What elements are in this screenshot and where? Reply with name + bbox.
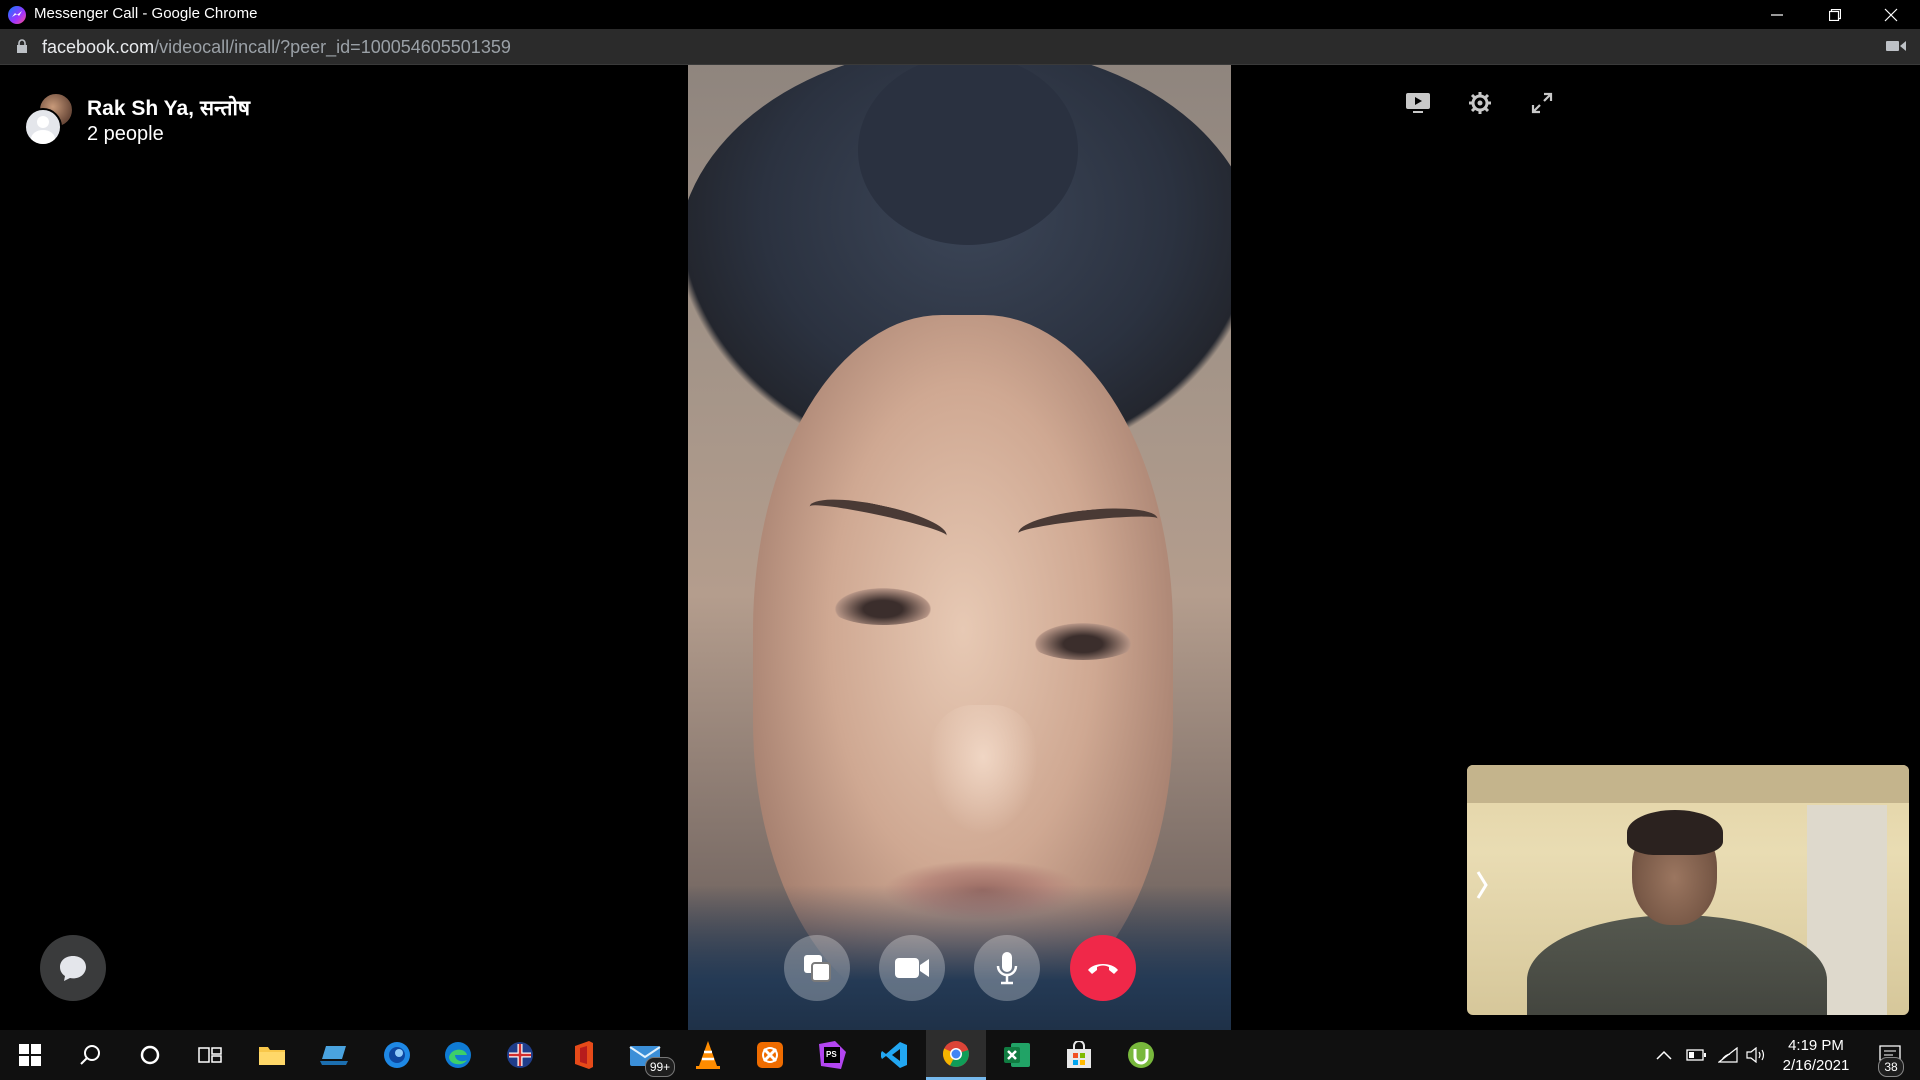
default-avatar-icon (24, 108, 62, 146)
taskbar-vlc[interactable] (678, 1030, 738, 1080)
video-call-area: Rak Sh Ya, सन्तोष 2 people (0, 65, 1920, 1030)
gear-icon (1469, 92, 1491, 114)
task-view-button[interactable] (180, 1030, 240, 1080)
store-icon (1067, 1041, 1091, 1068)
url-host: facebook.com (42, 37, 155, 57)
windows-taskbar: 99+ PS 4:19 PM 2/16/2021 38 (0, 1030, 1920, 1080)
taskbar-search-button[interactable] (60, 1030, 120, 1080)
system-clock[interactable]: 4:19 PM 2/16/2021 (1766, 1036, 1866, 1076)
clock-time: 4:19 PM (1788, 1037, 1844, 1054)
chat-bubble-icon (60, 956, 86, 981)
taskbar-store[interactable] (1049, 1030, 1109, 1080)
svg-text:PS: PS (826, 1050, 837, 1059)
expand-icon (1531, 92, 1553, 114)
vlc-cone-icon (696, 1041, 720, 1069)
minimize-icon (1771, 13, 1783, 16)
task-view-icon (198, 1047, 222, 1063)
remote-video-feed (688, 65, 1231, 1030)
laptop-icon (320, 1046, 348, 1065)
restore-button[interactable] (1806, 0, 1864, 29)
screen-play-icon (1406, 93, 1430, 113)
close-button[interactable] (1862, 0, 1920, 29)
hang-up-icon (1088, 964, 1118, 974)
speaker-icon (1746, 1047, 1765, 1063)
microphone-toggle-button[interactable] (974, 935, 1040, 1001)
messenger-icon (8, 6, 26, 24)
taskbar-mail[interactable]: 99+ (615, 1030, 675, 1080)
chrome-icon (942, 1040, 969, 1067)
taskbar-app-blue[interactable] (367, 1030, 427, 1080)
folder-icon (259, 1047, 285, 1065)
call-controls (784, 935, 1136, 1001)
excel-icon (1004, 1043, 1030, 1067)
office-icon (575, 1041, 593, 1069)
orange-app-icon (757, 1042, 783, 1068)
show-hidden-icons-button[interactable] (1652, 1030, 1676, 1080)
video-camera-icon (895, 958, 929, 978)
network-status[interactable] (1714, 1030, 1742, 1080)
wifi-icon (1718, 1047, 1738, 1063)
participant-count: 2 people (87, 123, 164, 145)
participants-avatars (24, 92, 74, 146)
taskbar-app-laptop[interactable] (305, 1030, 365, 1080)
browser-title-bar: Messenger Call - Google Chrome (0, 0, 1920, 29)
search-icon (80, 1045, 100, 1065)
url-text[interactable]: facebook.com/videocall/incall/?peer_id=1… (42, 37, 511, 58)
microphone-icon (996, 952, 1018, 985)
blue-circle-app-icon (384, 1042, 410, 1068)
settings-button[interactable] (1462, 85, 1498, 121)
taskbar-excel[interactable] (987, 1030, 1047, 1080)
start-button[interactable] (0, 1030, 60, 1080)
taskbar-utorrent[interactable] (1111, 1030, 1171, 1080)
share-screen-icon (804, 955, 831, 982)
battery-icon (1686, 1049, 1706, 1061)
taskbar-phpstorm[interactable]: PS (802, 1030, 862, 1080)
edge-icon (445, 1042, 471, 1068)
share-screen-button[interactable] (784, 935, 850, 1001)
clock-date: 2/16/2021 (1782, 1057, 1850, 1074)
vscode-icon (881, 1042, 907, 1068)
phpstorm-icon: PS (819, 1041, 846, 1069)
call-title: Rak Sh Ya, सन्तोष (87, 97, 251, 120)
flag-app-icon (507, 1042, 533, 1068)
taskbar-chrome[interactable] (926, 1030, 986, 1080)
video-toggle-button[interactable] (879, 935, 945, 1001)
taskbar-file-explorer[interactable] (242, 1030, 302, 1080)
share-screen-view-button[interactable] (1400, 85, 1436, 121)
windows-icon (19, 1044, 41, 1066)
url-path: /videocall/incall/?peer_id=1000546055013… (154, 37, 511, 57)
taskbar-app-orange[interactable] (740, 1030, 800, 1080)
window-title: Messenger Call - Google Chrome (34, 5, 258, 22)
mail-unread-badge: 99+ (645, 1057, 675, 1077)
lock-icon (17, 39, 27, 53)
cortana-icon (140, 1045, 160, 1065)
self-video-preview[interactable] (1467, 765, 1909, 1015)
notification-count-badge: 38 (1878, 1057, 1904, 1077)
collapse-self-view-button[interactable] (1471, 865, 1493, 905)
cortana-button[interactable] (120, 1030, 180, 1080)
chevron-right-icon (1476, 871, 1488, 899)
chevron-up-icon (1656, 1050, 1672, 1060)
taskbar-edge[interactable] (428, 1030, 488, 1080)
close-icon (1884, 8, 1898, 21)
chat-button[interactable] (40, 935, 106, 1001)
taskbar-app-flag[interactable] (490, 1030, 550, 1080)
camera-in-use-icon[interactable] (1886, 40, 1906, 52)
battery-status[interactable] (1682, 1030, 1710, 1080)
utorrent-icon (1128, 1042, 1154, 1068)
restore-icon (1829, 8, 1841, 21)
fullscreen-button[interactable] (1524, 85, 1560, 121)
taskbar-office[interactable] (553, 1030, 613, 1080)
taskbar-vscode[interactable] (864, 1030, 924, 1080)
minimize-button[interactable] (1748, 0, 1806, 29)
address-bar[interactable]: facebook.com/videocall/incall/?peer_id=1… (0, 29, 1920, 65)
end-call-button[interactable] (1070, 935, 1136, 1001)
